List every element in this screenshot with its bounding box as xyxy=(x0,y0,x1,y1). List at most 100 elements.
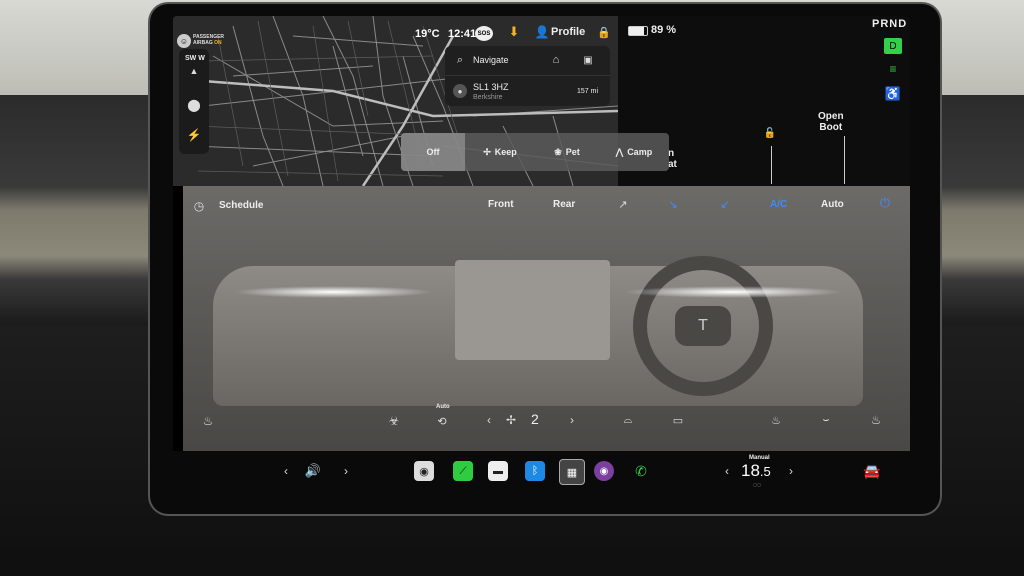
app-launcher-icon[interactable]: ▦ xyxy=(559,459,585,485)
bioweapon-mode-icon[interactable]: ☣ xyxy=(385,412,403,430)
compass-label: SW xyxy=(185,55,197,62)
rear-defrost-button[interactable]: Rear xyxy=(553,199,575,210)
airflow-windscreen-icon[interactable]: ↙ xyxy=(717,196,733,212)
seat-heat-indicator-icon: ◌◌ xyxy=(752,481,762,489)
rear-defrost-icon[interactable]: ▭ xyxy=(669,412,687,428)
bluetooth-icon[interactable]: ᛒ xyxy=(525,461,545,481)
destination-distance: 157 mi xyxy=(577,88,599,95)
charging-icon[interactable]: ⚡ xyxy=(185,126,203,144)
temp-decimal: .5 xyxy=(759,464,771,479)
recirculate-icon[interactable]: ⟲ xyxy=(433,414,451,428)
mode-camp-label: Camp xyxy=(627,147,653,157)
search-icon: ⌕ xyxy=(456,53,464,66)
bottom-dock: ‹ 🔊 › ◉ ⟋ ▬ ᛒ ▦ ◉ ✆ ‹ Manual 18.5 ◌◌ › 🚘 xyxy=(173,451,910,491)
lock-icon[interactable]: 🔒 xyxy=(596,24,612,40)
center-screen-illustration xyxy=(455,260,610,360)
wiper-heater-icon[interactable]: ⌣ xyxy=(817,412,835,428)
energy-app-icon[interactable]: ⟋ xyxy=(453,461,473,481)
mode-off-label: Off xyxy=(426,147,440,157)
temp-readout[interactable]: 18.5 xyxy=(741,461,771,481)
airflow-left xyxy=(233,286,433,298)
temp-value: 18 xyxy=(741,461,760,480)
airbag-status: PASSENGER AIRBAG ON xyxy=(193,34,224,46)
unlock-icon[interactable]: 🔓 xyxy=(763,126,777,140)
airflow-feet-icon[interactable]: ↘ xyxy=(665,196,681,212)
frunk-label[interactable]: n at xyxy=(668,148,677,170)
mode-pet-button[interactable]: ❀ Pet xyxy=(535,133,599,171)
car-icon[interactable]: 🚘 xyxy=(861,462,883,480)
windscreen-defrost-icon[interactable]: ⌓ xyxy=(619,412,637,428)
cabin-mode-bar: Off ✢ Keep ❀ Pet ⋀ Camp xyxy=(401,133,669,171)
airbag-state: ON xyxy=(214,40,222,46)
battery-icon xyxy=(628,26,648,36)
airbag-label2: AIRBAG xyxy=(193,40,213,46)
clock: 12:41 xyxy=(448,28,477,40)
power-icon[interactable]: ⏻ xyxy=(876,194,894,212)
climate-panel: T ◷ Schedule Front Rear ↗ ↘ ↙ A/C Auto ⏻… xyxy=(183,186,910,451)
touchscreen: ☺ PASSENGER AIRBAG ON SW W ▲ ⬤ ⚡ 19°C 12… xyxy=(173,16,910,491)
fan-speed-value: 2 xyxy=(531,411,539,427)
front-defrost-button[interactable]: Front xyxy=(488,199,514,210)
airbag-icon: ☺ xyxy=(177,34,191,48)
parking-light-icon: ≡ xyxy=(889,62,897,76)
fan-increase-icon[interactable]: › xyxy=(566,413,578,427)
navigate-search[interactable]: ⌕ Navigate ⌂ ▣ xyxy=(445,46,610,74)
mode-keep-label: Keep xyxy=(494,147,517,157)
seat-heater-driver-left-icon[interactable]: ♨ xyxy=(199,412,217,430)
home-icon[interactable]: ⌂ xyxy=(549,53,563,67)
open-boot-button[interactable]: Open Boot xyxy=(818,111,844,133)
fan-icon: ✢ xyxy=(505,413,517,427)
notes-app-icon[interactable]: ▬ xyxy=(488,461,508,481)
sos-label: SOS xyxy=(477,30,491,37)
boot-line xyxy=(844,136,845,184)
seatbelt-warning-icon: ♿ xyxy=(884,86,902,101)
airflow-right xyxy=(623,286,843,298)
destination-region: Berkshire xyxy=(473,94,503,101)
tent-icon: ⋀ xyxy=(615,146,624,157)
volume-down-icon[interactable]: ‹ xyxy=(279,463,293,479)
navigation-card: ⌕ Navigate ⌂ ▣ ● SL1 3HZ Berkshire 157 m… xyxy=(445,46,610,106)
schedule-button[interactable]: Schedule xyxy=(219,200,263,211)
steering-hub: T xyxy=(675,306,731,346)
camera-app-icon[interactable]: ◉ xyxy=(414,461,434,481)
profile-icon[interactable]: 👤 xyxy=(534,24,550,40)
mode-off-button[interactable]: Off xyxy=(401,133,465,171)
navigate-placeholder: Navigate xyxy=(473,55,509,65)
auto-climate-button[interactable]: Auto xyxy=(821,199,844,210)
airflow-face-icon[interactable]: ↗ xyxy=(615,196,631,212)
ac-button[interactable]: A/C xyxy=(770,199,787,210)
recent-destination[interactable]: ● SL1 3HZ Berkshire 157 mi xyxy=(445,76,610,106)
schedule-icon[interactable]: ◷ xyxy=(191,198,207,214)
fan-small-icon: ✢ xyxy=(483,146,491,157)
charge-port-line xyxy=(771,146,772,184)
destination-pin-icon: ● xyxy=(453,84,467,98)
headlight-icon: D xyxy=(884,38,902,54)
seat-heater-passenger-icon[interactable]: ♨ xyxy=(867,412,885,428)
fan-decrease-icon[interactable]: ‹ xyxy=(483,413,495,427)
phone-app-icon[interactable]: ✆ xyxy=(631,461,651,481)
temp-up-icon[interactable]: › xyxy=(785,463,797,479)
media-app-icon[interactable]: ◉ xyxy=(594,461,614,481)
paw-icon: ❀ xyxy=(554,146,562,157)
map-side-controls: SW W ▲ ⬤ ⚡ xyxy=(179,49,209,154)
mode-pet-label: Pet xyxy=(565,147,580,157)
auto-recirc-label: Auto xyxy=(436,404,450,410)
temperature-readout: 19°C xyxy=(415,28,440,40)
volume-up-icon[interactable]: › xyxy=(339,463,353,479)
mode-camp-button[interactable]: ⋀ Camp xyxy=(601,133,667,171)
destination-name: SL1 3HZ xyxy=(473,82,509,92)
compass-w-label: W xyxy=(198,55,205,62)
profile-button[interactable]: Profile xyxy=(551,26,585,38)
work-icon[interactable]: ▣ xyxy=(581,53,595,67)
gear-selector[interactable]: PRND xyxy=(872,18,907,30)
battery-level: 89 % xyxy=(651,24,677,36)
temp-down-icon[interactable]: ‹ xyxy=(721,463,733,479)
compass[interactable]: SW W xyxy=(185,55,205,62)
volume-icon[interactable]: 🔊 xyxy=(303,462,323,480)
mode-keep-button[interactable]: ✢ Keep xyxy=(467,133,533,171)
location-pin-icon[interactable]: ⬤ xyxy=(185,96,203,114)
steering-heater-icon[interactable]: ♨ xyxy=(767,412,785,428)
download-icon[interactable]: ⬇ xyxy=(506,24,522,40)
navigation-arrow-icon: ▲ xyxy=(189,66,199,76)
sos-button[interactable]: SOS xyxy=(475,26,493,41)
